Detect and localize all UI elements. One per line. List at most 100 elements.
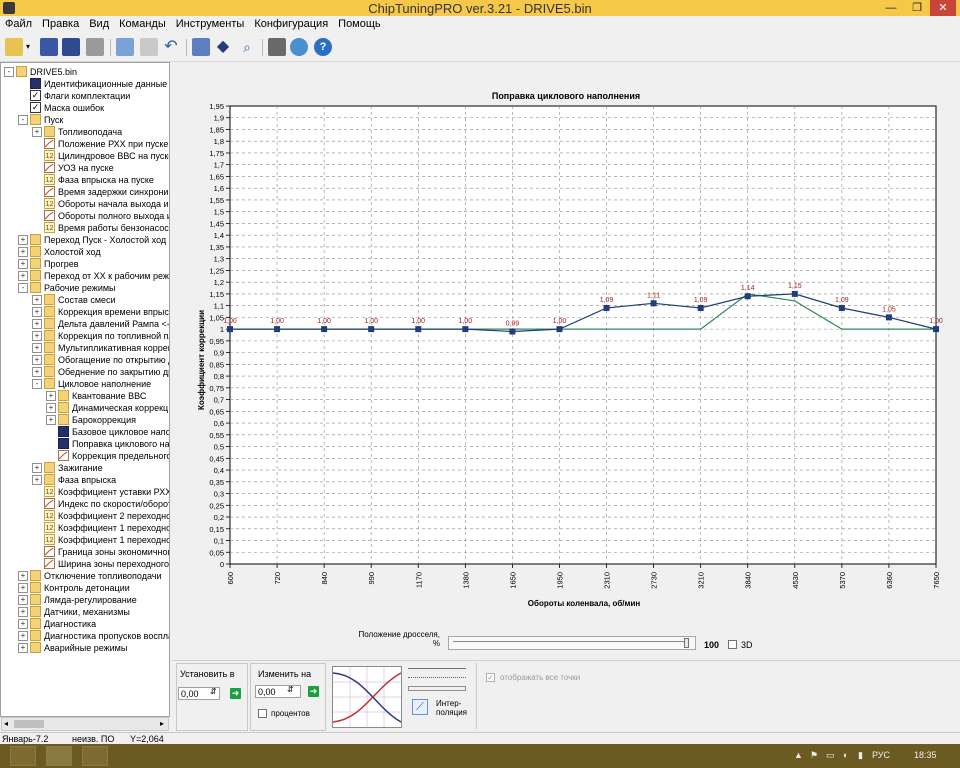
tree-item[interactable]: + Диагностика bbox=[1, 618, 169, 630]
percent-checkbox[interactable] bbox=[258, 709, 267, 718]
expand-icon[interactable]: + bbox=[46, 391, 56, 401]
search-icon[interactable]: ⌕ bbox=[238, 38, 256, 56]
collapse-icon[interactable]: - bbox=[18, 115, 28, 125]
tree-item[interactable]: + Фаза впрыска bbox=[1, 474, 169, 486]
expand-icon[interactable]: + bbox=[46, 403, 56, 413]
set-apply-button[interactable]: ➜ bbox=[230, 688, 241, 699]
save-as-icon[interactable] bbox=[62, 38, 80, 56]
slider-line-1[interactable] bbox=[408, 668, 466, 669]
3d-checkbox[interactable] bbox=[728, 640, 737, 649]
expand-icon[interactable]: + bbox=[18, 607, 28, 617]
tree-item[interactable]: - DRIVE5.bin bbox=[1, 66, 169, 78]
change-spinner-icon[interactable]: ⇵ bbox=[287, 685, 294, 694]
tools-icon[interactable] bbox=[268, 38, 286, 56]
tree-item[interactable]: - Цикловое наполнение bbox=[1, 378, 169, 390]
tree-item[interactable]: + Барокоррекция bbox=[1, 414, 169, 426]
change-value-input[interactable]: 0,00 bbox=[255, 685, 301, 698]
tree-view[interactable]: - DRIVE5.bin Идентификационные данные ✓ Флаг… bbox=[0, 62, 170, 717]
expand-icon[interactable]: + bbox=[18, 259, 28, 269]
tree-item[interactable]: УОЗ на пуске bbox=[1, 162, 169, 174]
expand-icon[interactable]: + bbox=[32, 331, 42, 341]
expand-icon[interactable]: + bbox=[32, 355, 42, 365]
collapse-icon[interactable]: - bbox=[4, 67, 14, 77]
tree-item[interactable]: 12 Коэффициент 1 переходног bbox=[1, 522, 169, 534]
tree-item[interactable]: Индекс по скорости/оборот bbox=[1, 498, 169, 510]
expand-icon[interactable]: + bbox=[32, 463, 42, 473]
curve-preview[interactable] bbox=[332, 666, 402, 728]
clock[interactable]: 18:35 bbox=[914, 750, 937, 760]
copy-icon[interactable] bbox=[116, 38, 134, 56]
slider-line-3[interactable] bbox=[408, 686, 466, 691]
menu-file[interactable]: Файл bbox=[0, 16, 37, 30]
help-icon[interactable]: ? bbox=[314, 38, 332, 56]
expand-icon[interactable]: + bbox=[18, 595, 28, 605]
print-icon[interactable] bbox=[86, 38, 104, 56]
expand-icon[interactable]: + bbox=[18, 631, 28, 641]
collapse-icon[interactable]: - bbox=[32, 379, 42, 389]
scroll-thumb[interactable] bbox=[14, 720, 44, 728]
undo-icon[interactable]: ↶ bbox=[162, 38, 180, 56]
tree-item[interactable]: 12 Коэффициент уставки РХХ bbox=[1, 486, 169, 498]
tree-item[interactable]: - Пуск bbox=[1, 114, 169, 126]
diamond-icon[interactable]: ◆ bbox=[214, 38, 232, 56]
menu-view[interactable]: Вид bbox=[84, 16, 114, 30]
expand-icon[interactable]: + bbox=[18, 643, 28, 653]
tree-item[interactable]: + Переход Пуск - Холостой ход bbox=[1, 234, 169, 246]
expand-icon[interactable]: + bbox=[32, 127, 42, 137]
tree-item[interactable]: + Лямда-регулирование bbox=[1, 594, 169, 606]
menu-edit[interactable]: Правка bbox=[37, 16, 84, 30]
chart[interactable]: Поправка циклового наполнения Обороты ко… bbox=[172, 62, 960, 622]
tree-item[interactable]: + Датчики, механизмы bbox=[1, 606, 169, 618]
menu-help[interactable]: Помощь bbox=[333, 16, 386, 30]
tray-arrow-icon[interactable]: ▲ bbox=[794, 750, 803, 760]
expand-icon[interactable]: + bbox=[32, 295, 42, 305]
menu-tools[interactable]: Инструменты bbox=[171, 16, 250, 30]
interpolation-icon[interactable]: ⟋ bbox=[412, 699, 428, 715]
expand-icon[interactable]: + bbox=[32, 367, 42, 377]
tree-item[interactable]: Коррекция предельного bbox=[1, 450, 169, 462]
tree-item[interactable]: + Дельта давлений Рампа <-> bbox=[1, 318, 169, 330]
tree-item[interactable]: Ширина зоны переходного р bbox=[1, 558, 169, 570]
slider-line-2[interactable] bbox=[408, 677, 466, 679]
expand-icon[interactable]: + bbox=[46, 415, 56, 425]
tree-item[interactable]: Обороты полного выхода из bbox=[1, 210, 169, 222]
expand-icon[interactable]: + bbox=[18, 571, 28, 581]
change-apply-button[interactable]: ➜ bbox=[308, 686, 319, 697]
tree-item[interactable]: 12 Коэффициент 2 переходног bbox=[1, 510, 169, 522]
tree-item[interactable]: Идентификационные данные bbox=[1, 78, 169, 90]
tree-item[interactable]: + Мультипликативная коррек bbox=[1, 342, 169, 354]
scroll-right-icon[interactable]: ▸ bbox=[160, 719, 164, 728]
tree-item[interactable]: + Отключение топливоподачи bbox=[1, 570, 169, 582]
expand-icon[interactable]: + bbox=[18, 271, 28, 281]
expand-icon[interactable]: + bbox=[32, 307, 42, 317]
tree-item[interactable]: + Коррекция по топливной пл bbox=[1, 330, 169, 342]
set-spinner-icon[interactable]: ⇵ bbox=[210, 687, 217, 696]
tree-item[interactable]: + Динамическая коррекц bbox=[1, 402, 169, 414]
tree-item[interactable]: ✓ Маска ошибок bbox=[1, 102, 169, 114]
globe-icon[interactable] bbox=[290, 38, 308, 56]
language-indicator[interactable]: РУС bbox=[872, 750, 890, 760]
expand-icon[interactable]: + bbox=[18, 247, 28, 257]
save-icon[interactable] bbox=[40, 38, 58, 56]
close-button[interactable]: ✕ bbox=[930, 0, 956, 16]
tree-item[interactable]: + Коррекция времени впрыск bbox=[1, 306, 169, 318]
tree-item[interactable]: + Обогащение по открытию д bbox=[1, 354, 169, 366]
tree-item[interactable]: Базовое цикловое напо bbox=[1, 426, 169, 438]
tree-horizontal-scrollbar[interactable]: ◂ ▸ bbox=[1, 717, 169, 731]
tree-item[interactable]: Положение РХХ при пуске bbox=[1, 138, 169, 150]
browser-icon[interactable] bbox=[82, 746, 108, 766]
menu-configuration[interactable]: Конфигурация bbox=[249, 16, 333, 30]
expand-icon[interactable]: + bbox=[32, 319, 42, 329]
tree-item[interactable]: + Топливоподача bbox=[1, 126, 169, 138]
tree-item[interactable]: 12 Обороты начала выхода из bbox=[1, 198, 169, 210]
monitor-icon[interactable]: ▭ bbox=[826, 750, 835, 761]
throttle-slider-thumb[interactable] bbox=[684, 638, 689, 648]
volume-icon[interactable]: ◖ bbox=[842, 750, 847, 760]
tree-item[interactable]: ✓ Флаги комплектации bbox=[1, 90, 169, 102]
tree-item[interactable]: + Переход от ХХ к рабочим режи bbox=[1, 270, 169, 282]
menu-commands[interactable]: Команды bbox=[114, 16, 171, 30]
tree-item[interactable]: - Рабочие режимы bbox=[1, 282, 169, 294]
tree-item[interactable]: + Прогрев bbox=[1, 258, 169, 270]
tree-item[interactable]: + Зажигание bbox=[1, 462, 169, 474]
tree-item[interactable]: 12 Фаза впрыска на пуске bbox=[1, 174, 169, 186]
